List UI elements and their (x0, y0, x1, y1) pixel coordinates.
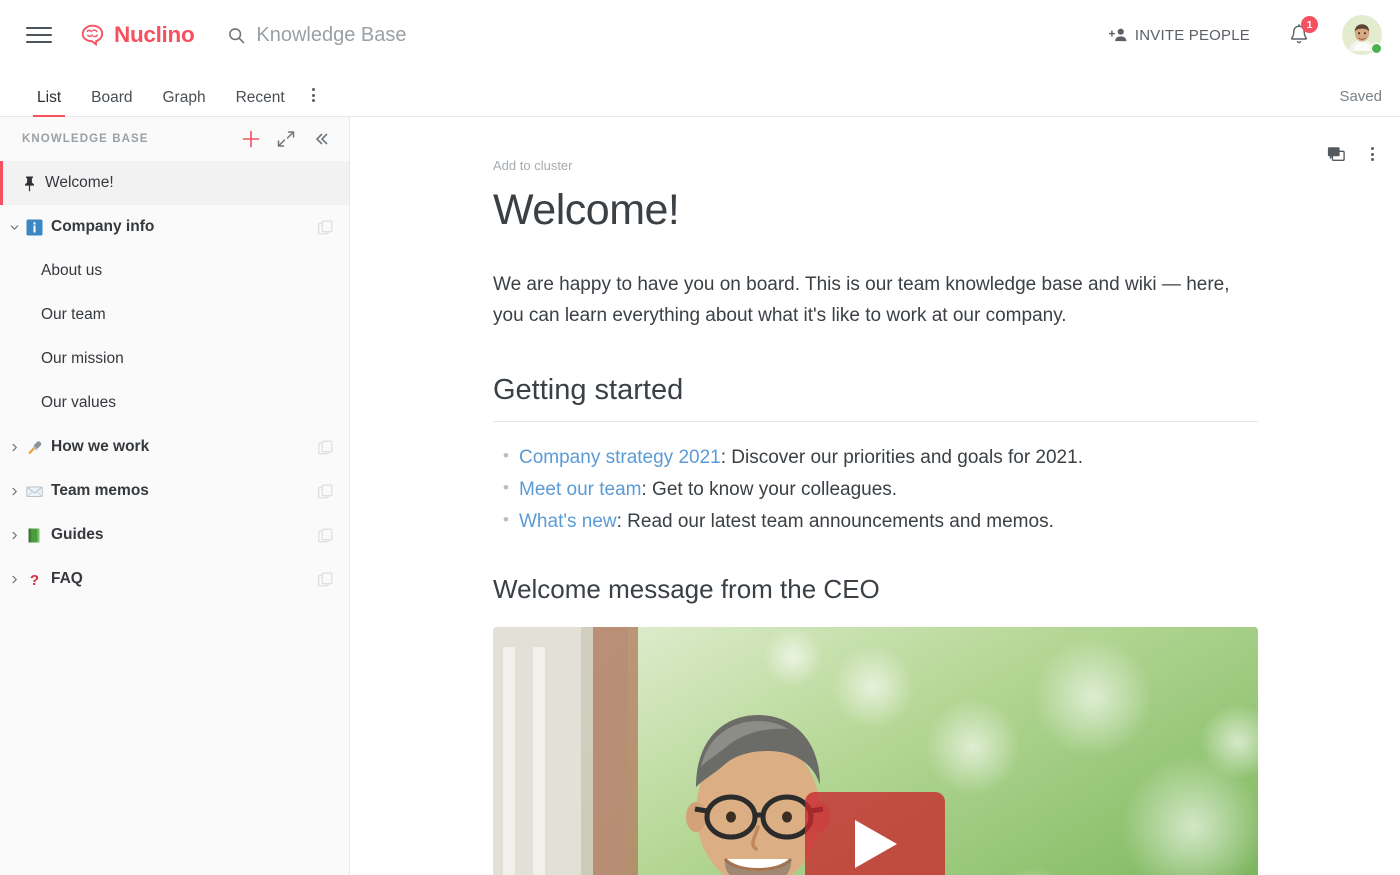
tab-list[interactable]: List (22, 89, 76, 117)
sidebar-item-our-values[interactable]: Our values (0, 381, 349, 425)
sidebar-item-about-us[interactable]: About us (0, 249, 349, 293)
brand-logo-link[interactable]: Nuclino (77, 22, 195, 48)
video-embed[interactable] (493, 626, 1258, 875)
green-book-emoji-icon (26, 527, 43, 544)
envelope-emoji-icon (26, 483, 43, 500)
tab-graph[interactable]: Graph (148, 89, 221, 117)
copy-pages-icon[interactable] (318, 572, 333, 587)
getting-started-list: Company strategy 2021: Discover our prio… (493, 442, 1260, 538)
chevron-right-icon[interactable] (10, 487, 22, 496)
hammer-emoji-icon (26, 439, 43, 456)
sidebar-item-company-info[interactable]: Company info (0, 205, 349, 249)
sidebar-item-faq[interactable]: ? FAQ (0, 557, 349, 601)
sidebar: KNOWLEDGE BASE Welcome! Company info Abo… (0, 117, 350, 875)
sidebar-item-label: Welcome! (45, 174, 114, 191)
save-status: Saved (1339, 88, 1382, 105)
svg-text:?: ? (30, 572, 39, 588)
expand-icon[interactable] (275, 128, 297, 150)
body-area: KNOWLEDGE BASE Welcome! Company info Abo… (0, 117, 1400, 875)
sidebar-item-label: Team memos (51, 482, 149, 499)
tab-bar: List Board Graph Recent Saved (0, 70, 1400, 117)
avatar[interactable] (1342, 15, 1382, 55)
sidebar-item-label: Guides (51, 526, 104, 543)
add-to-cluster-button[interactable]: Add to cluster (493, 158, 573, 173)
brand-name: Nuclino (114, 22, 195, 47)
section-heading-ceo-message: Welcome message from the CEO (493, 573, 880, 604)
list-item: Company strategy 2021: Discover our prio… (493, 442, 1260, 474)
notification-badge: 1 (1301, 16, 1318, 33)
sidebar-item-label: Our values (41, 394, 116, 411)
document-pane: Add to cluster Welcome! We are happy to … (350, 117, 1400, 875)
chevron-down-icon[interactable] (10, 223, 22, 232)
sidebar-item-label: FAQ (51, 570, 83, 587)
info-emoji-icon (26, 219, 43, 236)
sidebar-item-our-mission[interactable]: Our mission (0, 337, 349, 381)
list-item-text: : Get to know your colleagues. (641, 478, 898, 500)
play-button-icon (805, 791, 945, 875)
notifications-button[interactable]: 1 (1288, 16, 1318, 47)
invite-people-label: INVITE PEOPLE (1134, 26, 1250, 44)
link-whats-new[interactable]: What's new (519, 511, 617, 532)
list-item-text: : Read our latest team announcements and… (616, 510, 1054, 532)
app-window: Nuclino Knowledge Base INVITE PEOPLE 1 L… (0, 0, 1400, 875)
sidebar-item-list: Welcome! Company info About us Our team … (0, 161, 349, 875)
invite-people-button[interactable]: INVITE PEOPLE (1108, 26, 1250, 44)
pin-icon (22, 175, 37, 192)
sidebar-item-guides[interactable]: Guides (0, 513, 349, 557)
sidebar-item-label: How we work (51, 438, 150, 455)
copy-pages-icon[interactable] (318, 528, 333, 543)
link-meet-our-team[interactable]: Meet our team (519, 479, 642, 500)
search-placeholder: Knowledge Base (256, 23, 407, 46)
sidebar-title: KNOWLEDGE BASE (22, 133, 149, 145)
search-input[interactable]: Knowledge Base (228, 23, 407, 47)
list-item: Meet our team: Get to know your colleagu… (493, 474, 1260, 506)
chevron-right-icon[interactable] (10, 531, 22, 540)
chevron-right-icon[interactable] (10, 575, 22, 584)
search-icon (228, 27, 245, 44)
intro-paragraph: We are happy to have you on board. This … (493, 274, 1230, 327)
sidebar-item-team-memos[interactable]: Team memos (0, 469, 349, 513)
document-body: Add to cluster Welcome! We are happy to … (350, 117, 1260, 875)
collapse-left-icon[interactable] (311, 129, 331, 149)
chevron-right-icon[interactable] (10, 443, 22, 452)
sidebar-item-label: Company info (51, 218, 155, 235)
sidebar-header: KNOWLEDGE BASE (0, 117, 349, 161)
section-heading-getting-started: Getting started (493, 374, 1258, 422)
sidebar-item-label: Our mission (41, 350, 124, 367)
tab-board[interactable]: Board (76, 89, 147, 117)
copy-pages-icon[interactable] (318, 440, 333, 455)
copy-pages-icon[interactable] (318, 220, 333, 235)
online-status-dot (1371, 43, 1382, 54)
sidebar-item-label: Our team (41, 306, 106, 323)
tab-more-kebab-icon[interactable] (300, 88, 327, 116)
top-bar: Nuclino Knowledge Base INVITE PEOPLE 1 (0, 0, 1400, 70)
sidebar-item-our-team[interactable]: Our team (0, 293, 349, 337)
add-person-icon (1108, 27, 1128, 43)
tab-recent[interactable]: Recent (221, 89, 300, 117)
list-item: What's new: Read our latest team announc… (493, 506, 1260, 538)
view-tabs: List Board Graph Recent (22, 88, 327, 117)
sidebar-item-welcome[interactable]: Welcome! (0, 161, 349, 205)
nuclino-brain-icon (77, 22, 107, 48)
plus-icon[interactable] (239, 127, 263, 151)
video-thumbnail (493, 626, 1258, 875)
sidebar-item-how-we-work[interactable]: How we work (0, 425, 349, 469)
page-title: Welcome! (493, 186, 680, 234)
copy-pages-icon[interactable] (318, 484, 333, 499)
hamburger-icon[interactable] (26, 24, 52, 46)
question-mark-emoji-icon: ? (26, 571, 43, 588)
document-more-kebab-icon[interactable] (1365, 143, 1380, 165)
document-actions (1327, 143, 1380, 165)
comment-icon[interactable] (1327, 146, 1345, 163)
list-item-text: : Discover our priorities and goals for … (720, 446, 1083, 468)
sidebar-item-label: About us (41, 262, 103, 279)
link-company-strategy[interactable]: Company strategy 2021 (519, 447, 721, 468)
